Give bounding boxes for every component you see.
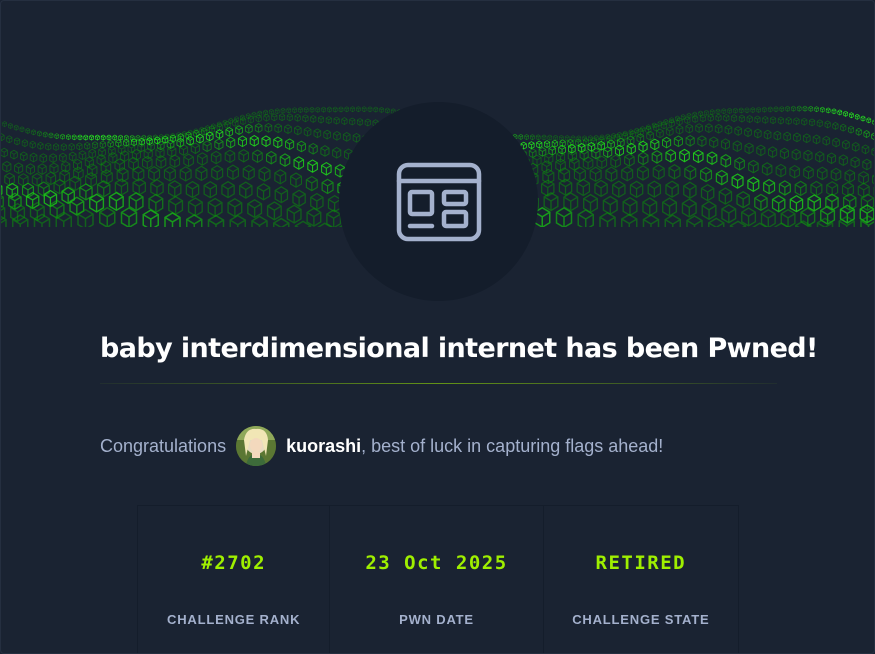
congrats-prefix: Congratulations <box>100 435 227 456</box>
stat-value: #2702 <box>201 552 267 574</box>
username[interactable]: kuorashi <box>286 436 361 457</box>
congrats-suffix: , best of luck in capturing flags ahead! <box>361 435 664 456</box>
stat-value: 23 Oct 2025 <box>365 552 508 574</box>
user-avatar[interactable] <box>236 426 277 466</box>
stat-challenge-state: RETIRED CHALLENGE STATE <box>544 506 738 653</box>
stat-value: RETIRED <box>595 552 687 574</box>
stat-challenge-rank: #2702 CHALLENGE RANK <box>138 506 331 653</box>
title-divider <box>100 383 777 384</box>
stat-label: CHALLENGE RANK <box>167 612 301 627</box>
pwned-card: baby interdimensional internet has been … <box>0 0 875 654</box>
congrats-message: Congratulations kuorashi , best of luck … <box>100 425 663 467</box>
challenge-icon-circle <box>339 102 538 301</box>
stat-pwn-date: 23 Oct 2025 PWN DATE <box>330 506 544 653</box>
stat-label: CHALLENGE STATE <box>572 612 710 627</box>
stats-panel: #2702 CHALLENGE RANK 23 Oct 2025 PWN DAT… <box>137 505 739 653</box>
stat-label: PWN DATE <box>399 612 474 627</box>
page-title: baby interdimensional internet has been … <box>100 333 818 364</box>
web-browser-window-icon <box>396 162 481 241</box>
